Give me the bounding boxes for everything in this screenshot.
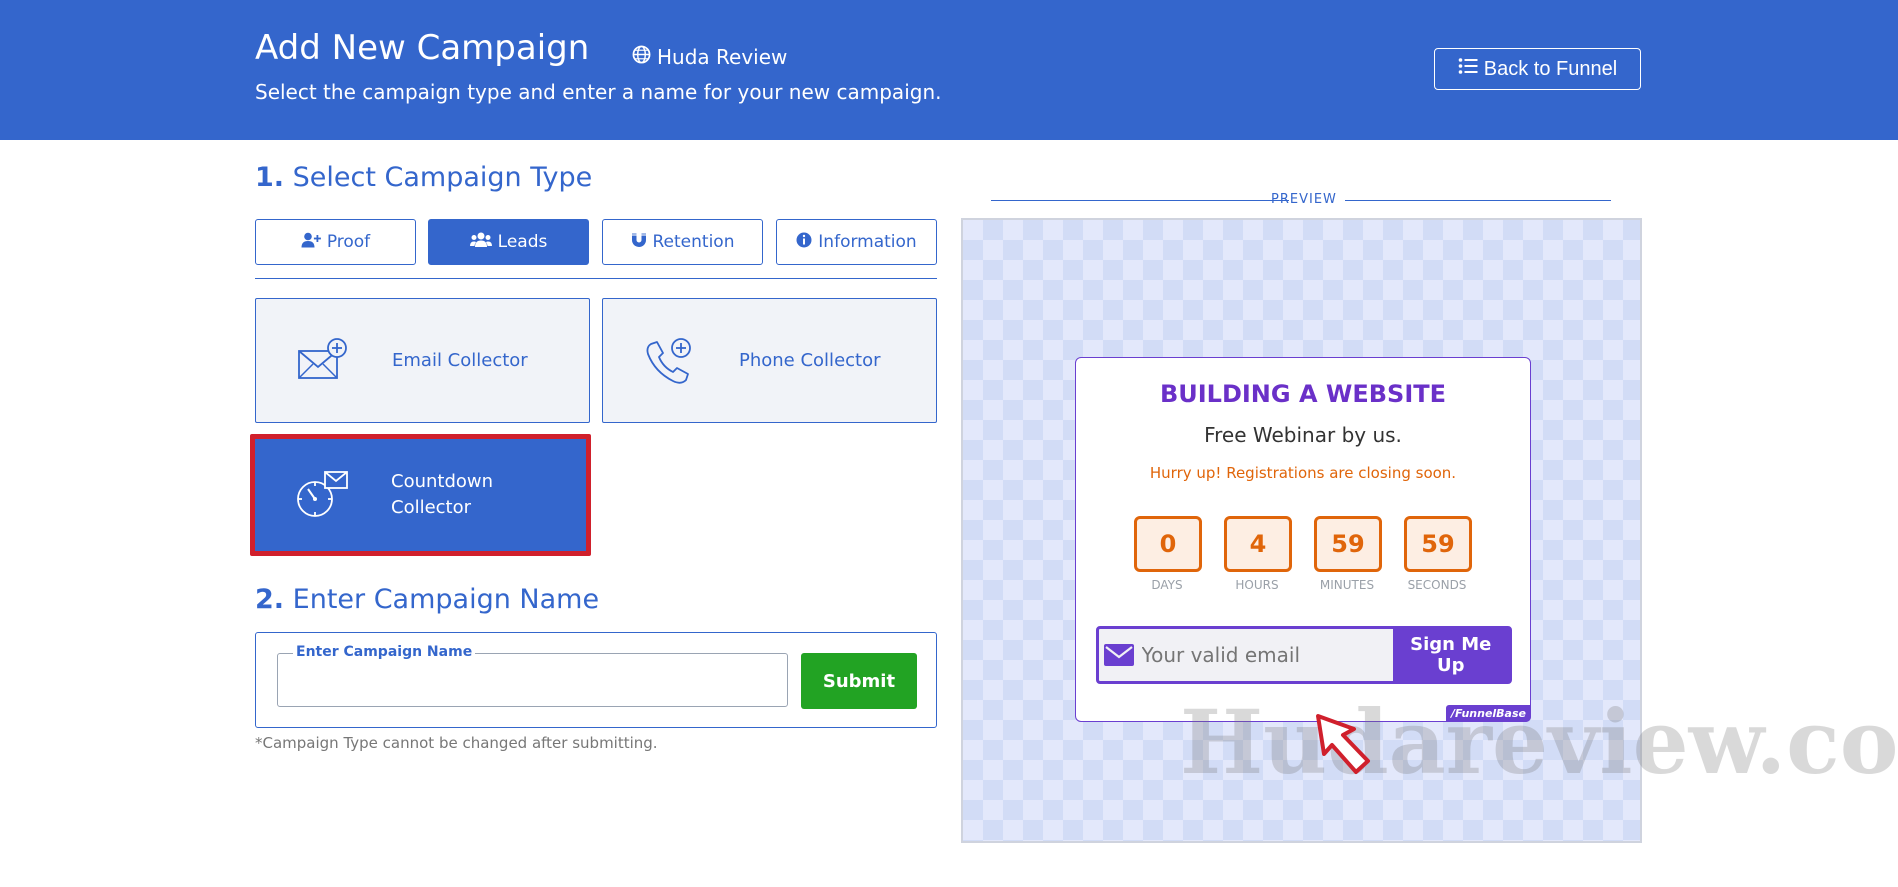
- tab-label: Information: [818, 232, 917, 252]
- list-icon: [1458, 57, 1478, 81]
- divider: [1345, 200, 1611, 201]
- countdown-unit: MINUTES: [1319, 578, 1375, 592]
- watermark: Hudareview.com: [1180, 690, 1898, 794]
- phone-collector-label: Phone Collector: [739, 349, 881, 371]
- popup-title: BUILDING A WEBSITE: [1159, 380, 1447, 408]
- tab-retention[interactable]: Retention: [602, 219, 763, 265]
- popup-email-input[interactable]: [1139, 628, 1393, 682]
- countdown-value: 59: [1404, 516, 1472, 572]
- tab-label: Leads: [497, 232, 548, 252]
- campaign-name-form: Enter Campaign Name Submit: [255, 632, 937, 728]
- countdown-unit: SECONDS: [1407, 578, 1467, 592]
- tab-label: Proof: [326, 232, 371, 252]
- step2-title: Enter Campaign Name: [292, 584, 600, 615]
- step2-heading: 2. Enter Campaign Name: [255, 584, 599, 615]
- step1-number: 1.: [255, 162, 285, 193]
- countdown-seconds: 59 SECONDS: [1404, 516, 1472, 592]
- cursor-arrow-icon: [1310, 710, 1380, 786]
- globe-icon: [632, 45, 651, 69]
- countdown-popup-preview: BUILDING A WEBSITE Free Webinar by us. H…: [1075, 357, 1531, 722]
- popup-subtitle: Free Webinar by us.: [1204, 423, 1402, 447]
- step1-title: Select Campaign Type: [292, 162, 593, 193]
- popup-hurry-text: Hurry up! Registrations are closing soon…: [1149, 464, 1457, 482]
- site-name: Huda Review: [657, 45, 788, 69]
- page-subtitle: Select the campaign type and enter a nam…: [255, 80, 942, 104]
- divider: [991, 200, 1289, 201]
- page-header: Add New Campaign Huda Review Select the …: [0, 0, 1898, 140]
- step1-heading: 1. Select Campaign Type: [255, 162, 592, 193]
- tab-proof[interactable]: Proof: [255, 219, 416, 265]
- countdown-collector-card[interactable]: Countdown Collector: [250, 434, 591, 556]
- preview-label: PREVIEW: [961, 191, 1642, 211]
- submit-button[interactable]: Submit: [801, 653, 917, 709]
- phone-plus-icon: [641, 336, 699, 386]
- magnet-icon: [631, 232, 647, 253]
- tab-label: Retention: [652, 232, 735, 252]
- tab-information[interactable]: Information: [776, 219, 937, 265]
- countdown-value: 4: [1224, 516, 1292, 572]
- user-plus-icon: [301, 232, 321, 253]
- countdown-value: 59: [1314, 516, 1382, 572]
- page-title: Add New Campaign: [255, 28, 590, 68]
- timer-envelope-icon: [293, 470, 351, 520]
- step2-number: 2.: [255, 584, 285, 615]
- countdown-value: 0: [1134, 516, 1202, 572]
- countdown-days: 0 DAYS: [1134, 516, 1202, 592]
- back-to-funnel-label: Back to Funnel: [1483, 57, 1618, 80]
- countdown-minutes: 59 MINUTES: [1314, 516, 1382, 592]
- phone-collector-card[interactable]: Phone Collector: [602, 298, 937, 423]
- countdown-collector-label: Countdown Collector: [391, 471, 494, 518]
- campaign-name-label: Enter Campaign Name: [293, 644, 476, 660]
- site-badge: Huda Review: [632, 45, 787, 69]
- tabs-divider: [255, 278, 937, 279]
- back-to-funnel-button[interactable]: Back to Funnel: [1434, 48, 1641, 90]
- countdown-unit: DAYS: [1151, 578, 1183, 592]
- users-icon: [469, 232, 492, 253]
- sign-me-up-button[interactable]: Sign Me Up: [1392, 629, 1509, 681]
- campaign-name-input[interactable]: [282, 666, 781, 704]
- campaign-name-fieldset: Enter Campaign Name: [277, 644, 788, 707]
- email-collector-card[interactable]: Email Collector: [255, 298, 590, 423]
- tab-leads[interactable]: Leads: [428, 219, 589, 265]
- countdown-hours: 4 HOURS: [1224, 516, 1292, 592]
- countdown-unit: HOURS: [1235, 578, 1279, 592]
- preview-label-text: PREVIEW: [1271, 192, 1337, 207]
- envelope-icon: [1099, 644, 1140, 666]
- email-collector-label: Email Collector: [392, 349, 528, 371]
- envelope-plus-icon: [294, 336, 352, 386]
- campaign-type-note: *Campaign Type cannot be changed after s…: [255, 734, 658, 752]
- info-circle-icon: [796, 232, 812, 253]
- popup-email-row: Sign Me Up: [1096, 626, 1512, 684]
